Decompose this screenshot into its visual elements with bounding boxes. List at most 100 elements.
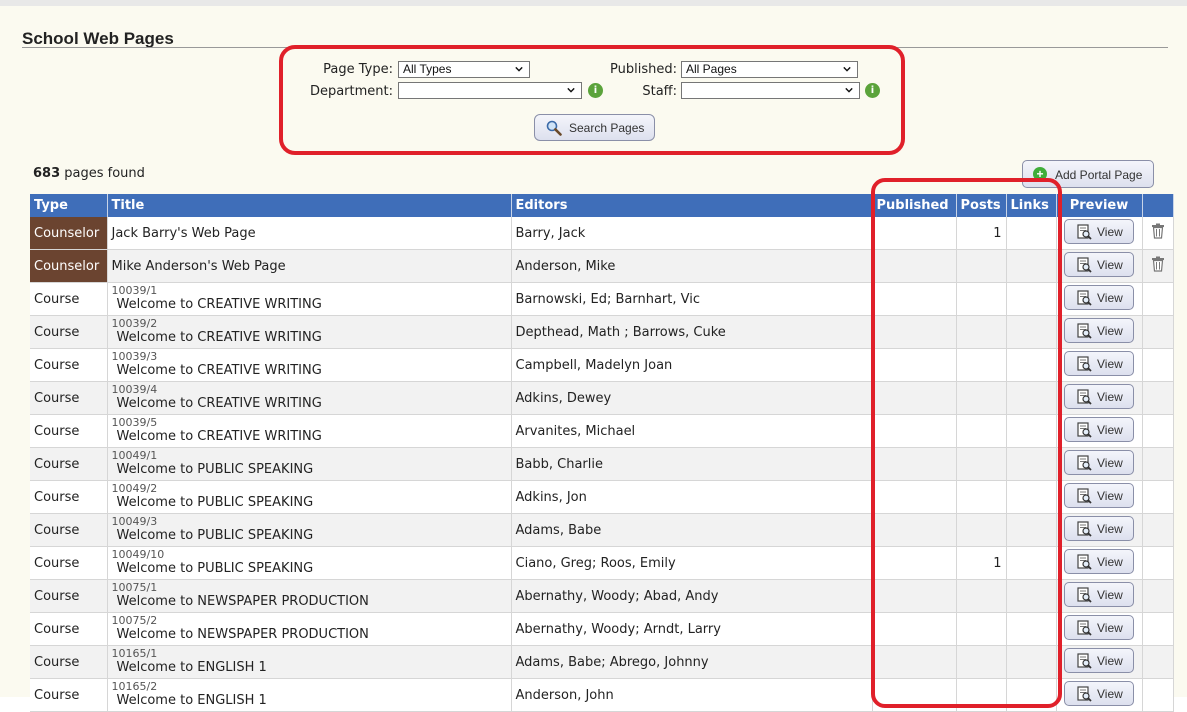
view-button[interactable]: View: [1064, 218, 1134, 244]
page-title-cell-text[interactable]: Welcome to PUBLIC SPEAKING: [112, 495, 507, 510]
page-title-cell-text[interactable]: Welcome to ENGLISH 1: [112, 693, 507, 708]
course-number: 10039/2: [111, 316, 158, 330]
view-label: View: [1097, 290, 1123, 305]
plus-circle-icon: +: [1033, 167, 1047, 181]
editors-cell: Abernathy, Woody; Abad, Andy: [511, 579, 873, 613]
view-button[interactable]: View: [1064, 581, 1134, 607]
preview-cell: View: [1056, 645, 1143, 679]
table-row: Counselor Jack Barry's Web Page Barry, Jac…: [30, 217, 1174, 250]
delete-cell: [1142, 381, 1174, 415]
view-button[interactable]: View: [1064, 482, 1134, 508]
course-number: 10039/5: [111, 415, 158, 429]
page-title-cell-text[interactable]: Welcome to ENGLISH 1: [112, 660, 507, 675]
course-number: 10075/2: [111, 613, 158, 627]
view-label: View: [1097, 587, 1123, 602]
view-label: View: [1097, 257, 1123, 272]
view-button[interactable]: View: [1064, 449, 1134, 475]
header-editors[interactable]: Editors: [511, 194, 873, 217]
preview-cell: View: [1056, 480, 1143, 514]
header-links[interactable]: Links: [1006, 194, 1057, 217]
table-row: Course 10039/2 Welcome to CREATIVE WRITING…: [30, 315, 1174, 349]
delete-cell: [1142, 579, 1174, 613]
links-cell: [1006, 282, 1057, 316]
page-title-cell-text[interactable]: Mike Anderson's Web Page: [112, 259, 286, 274]
results-count-number: 683: [33, 166, 61, 181]
preview-cell: View: [1056, 546, 1143, 580]
title-cell: 10039/2 Welcome to CREATIVE WRITING: [107, 315, 512, 349]
document-preview-icon: [1076, 652, 1092, 672]
document-preview-icon: [1076, 421, 1092, 441]
header-posts[interactable]: Posts: [956, 194, 1007, 217]
editors-cell: Adams, Babe: [511, 513, 873, 547]
table-row: Course 10039/3 Welcome to CREATIVE WRITING…: [30, 348, 1174, 382]
header-title[interactable]: Title: [107, 194, 512, 217]
view-button[interactable]: View: [1064, 515, 1134, 541]
header-published[interactable]: Published: [872, 194, 957, 217]
page-title-cell-text[interactable]: Welcome to CREATIVE WRITING: [112, 297, 507, 312]
trash-icon[interactable]: [1151, 223, 1165, 243]
table-row: Course 10039/5 Welcome to CREATIVE WRITING…: [30, 414, 1174, 448]
posts-cell: [956, 381, 1007, 415]
document-preview-icon: [1076, 586, 1092, 606]
type-cell: Course: [30, 381, 108, 415]
page-title-cell-text[interactable]: Welcome to PUBLIC SPEAKING: [112, 462, 507, 477]
preview-cell: View: [1056, 249, 1143, 283]
trash-icon[interactable]: [1151, 256, 1165, 276]
published-cell: [872, 249, 957, 283]
view-label: View: [1097, 389, 1123, 404]
published-cell: [872, 217, 957, 250]
links-cell: [1006, 546, 1057, 580]
title-cell: 10075/1 Welcome to NEWSPAPER PRODUCTION: [107, 579, 512, 613]
page-title-cell-text[interactable]: Welcome to CREATIVE WRITING: [112, 396, 507, 411]
posts-cell: [956, 348, 1007, 382]
links-cell: [1006, 678, 1057, 712]
posts-cell: [956, 579, 1007, 613]
view-button[interactable]: View: [1064, 614, 1134, 640]
published-cell: [872, 513, 957, 547]
title-cell: 10049/2 Welcome to PUBLIC SPEAKING: [107, 480, 512, 514]
delete-cell: [1142, 217, 1174, 250]
delete-cell: [1142, 513, 1174, 547]
page-title-cell-text[interactable]: Welcome to PUBLIC SPEAKING: [112, 528, 507, 543]
page-title-cell-text[interactable]: Welcome to NEWSPAPER PRODUCTION: [112, 594, 507, 609]
type-cell: Course: [30, 513, 108, 547]
published-cell: [872, 678, 957, 712]
page-title-cell-text[interactable]: Welcome to CREATIVE WRITING: [112, 429, 507, 444]
preview-cell: View: [1056, 315, 1143, 349]
page-title-cell-text[interactable]: Welcome to NEWSPAPER PRODUCTION: [112, 627, 507, 642]
delete-cell: [1142, 546, 1174, 580]
page-title-cell-text[interactable]: Welcome to CREATIVE WRITING: [112, 363, 507, 378]
view-button[interactable]: View: [1064, 284, 1134, 310]
header-type[interactable]: Type: [30, 194, 108, 217]
table-row: Course 10049/1 Welcome to PUBLIC SPEAKING B…: [30, 447, 1174, 481]
document-preview-icon: [1076, 388, 1092, 408]
view-button[interactable]: View: [1064, 680, 1134, 706]
view-button[interactable]: View: [1064, 383, 1134, 409]
document-preview-icon: [1076, 223, 1092, 243]
posts-cell: [956, 447, 1007, 481]
links-cell: [1006, 480, 1057, 514]
add-portal-page-button[interactable]: + Add Portal Page: [1022, 160, 1154, 188]
page-title-cell-text[interactable]: Welcome to CREATIVE WRITING: [112, 330, 507, 345]
published-cell: [872, 282, 957, 316]
view-label: View: [1097, 620, 1123, 635]
view-button[interactable]: View: [1064, 548, 1134, 574]
preview-cell: View: [1056, 447, 1143, 481]
view-button[interactable]: View: [1064, 350, 1134, 376]
page-title-cell-text[interactable]: Welcome to PUBLIC SPEAKING: [112, 561, 507, 576]
course-number: 10165/2: [111, 679, 158, 693]
title-cell: 10165/2 Welcome to ENGLISH 1: [107, 678, 512, 712]
document-preview-icon: [1076, 553, 1092, 573]
view-button[interactable]: View: [1064, 416, 1134, 442]
view-button[interactable]: View: [1064, 317, 1134, 343]
posts-cell: [956, 513, 1007, 547]
view-label: View: [1097, 554, 1123, 569]
delete-cell: [1142, 348, 1174, 382]
view-button[interactable]: View: [1064, 251, 1134, 277]
view-button[interactable]: View: [1064, 647, 1134, 673]
page-title-cell-text[interactable]: Jack Barry's Web Page: [112, 226, 256, 241]
published-cell: [872, 579, 957, 613]
editors-cell: Ciano, Greg; Roos, Emily: [511, 546, 873, 580]
published-cell: [872, 546, 957, 580]
document-preview-icon: [1076, 619, 1092, 639]
